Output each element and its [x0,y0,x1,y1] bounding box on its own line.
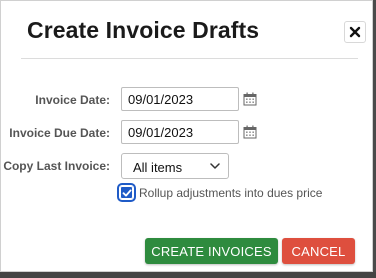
copy-last-invoice-selected-value: All items [133,160,183,175]
invoice-date-calendar-icon[interactable] [243,92,257,106]
invoice-date-input[interactable] [121,87,239,111]
header-divider [21,58,358,59]
close-icon [349,26,361,38]
copy-last-invoice-select[interactable]: All items [121,153,229,179]
checkmark-icon [122,189,131,196]
invoice-due-date-label: Invoice Due Date: [9,126,110,140]
invoice-due-date-calendar-icon[interactable] [243,125,257,139]
dialog-header: Create Invoice Drafts [1,1,372,59]
chevron-down-icon [210,163,220,169]
copy-last-invoice-label: Copy Last Invoice: [3,159,110,173]
close-button[interactable] [344,21,366,43]
invoice-due-date-input[interactable] [121,120,239,144]
background-page-strip [0,272,376,278]
cancel-button[interactable]: CANCEL [282,238,355,264]
create-invoices-button[interactable]: CREATE INVOICES [145,238,278,264]
dialog-title: Create Invoice Drafts [27,17,260,43]
rollup-adjustments-checkbox[interactable] [117,183,136,202]
invoice-date-label: Invoice Date: [35,93,110,107]
rollup-adjustments-label[interactable]: Rollup adjustments into dues price [139,186,322,200]
create-invoice-drafts-dialog: Create Invoice Drafts Invoice Date: Invo… [0,0,373,272]
